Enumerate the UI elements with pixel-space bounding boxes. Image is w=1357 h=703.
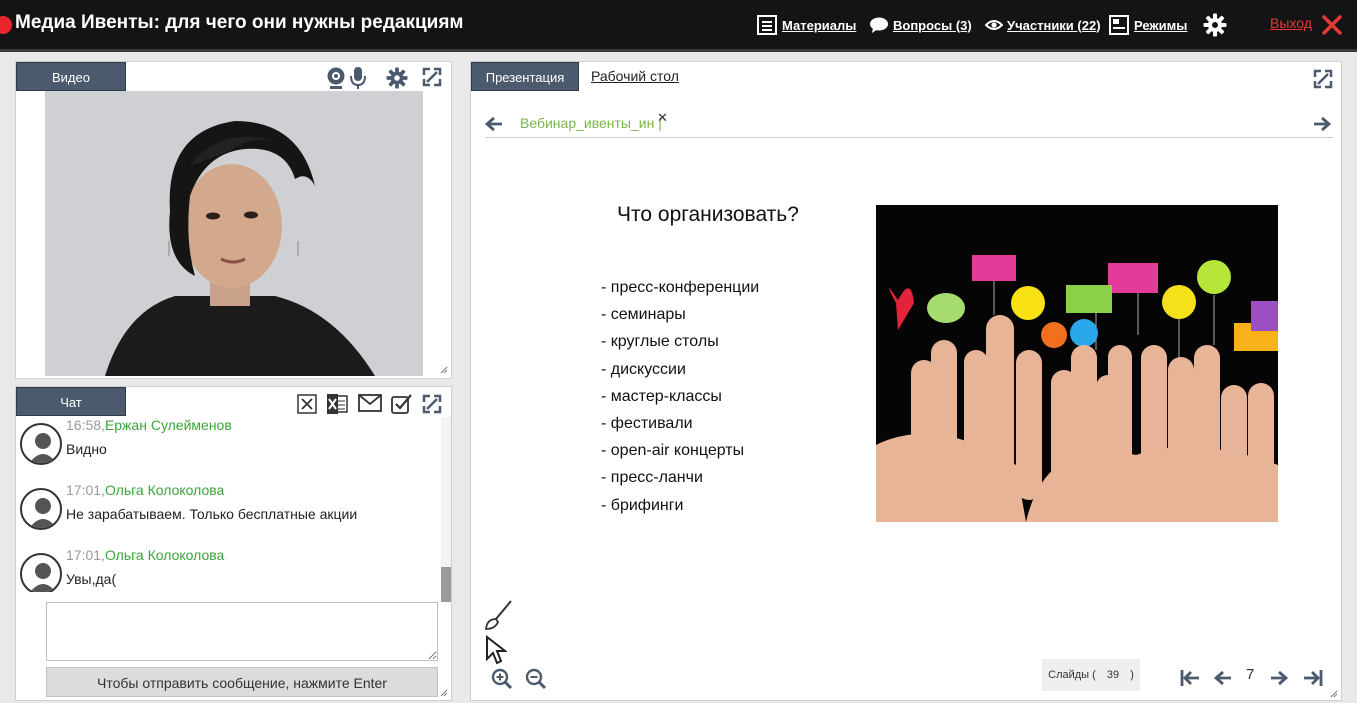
materials-label: Материалы [782, 17, 857, 33]
fingers-speech-bubbles-image [876, 205, 1278, 522]
message-meta: 17:01,Ольга Колоколова [66, 547, 224, 563]
chat-message: 17:01,Ольга Колоколова Увы,да( [20, 547, 440, 592]
chat-messages: 16:58,Ержан Сулейменов Видно 17:01,Ольга… [16, 417, 450, 592]
video-panel: Видео [15, 61, 452, 379]
message-time: 17:01, [66, 482, 105, 498]
send-message-button[interactable]: Чтобы отправить сообщение, нажмите Enter [46, 667, 438, 697]
video-resize-handle-icon[interactable] [440, 366, 448, 374]
participants-button[interactable]: Участники (22) [985, 12, 1101, 38]
modes-button[interactable]: Режимы [1108, 12, 1187, 38]
document-tab-label: Вебинар_ивенты_ин [520, 115, 655, 131]
slide-list-item: - дискуссии [601, 360, 686, 378]
presenter-video-frame [45, 91, 423, 376]
presentation-panel: Презентация Рабочий стол Вебинар_ивенты_… [470, 61, 1342, 701]
pointer-cursor-icon[interactable] [485, 635, 507, 665]
zoom-out-icon[interactable] [525, 668, 547, 690]
slide: Что организовать? - пресс-конференции - … [571, 167, 1311, 547]
chat-panel: Чат 16:58,Ержан Сулейменов Видно 17:01,О… [15, 386, 452, 701]
recording-indicator [0, 16, 12, 34]
chat-message: 17:01,Ольга Колоколова Не зарабатываем. … [20, 482, 440, 542]
settings-gear-icon[interactable] [1203, 13, 1227, 37]
message-meta: 16:58,Ержан Сулейменов [66, 417, 232, 433]
slide-list-item: - пресс-ланчи [601, 469, 703, 487]
modes-label: Режимы [1134, 17, 1188, 33]
next-slide-icon[interactable] [1270, 670, 1288, 686]
checkbox-icon[interactable] [391, 393, 413, 415]
video-tab[interactable]: Видео [16, 62, 126, 91]
eye-icon [985, 20, 1003, 30]
arrow-right-icon[interactable] [1313, 116, 1331, 132]
close-icon[interactable] [1321, 14, 1343, 36]
arrow-left-icon[interactable] [485, 116, 503, 132]
slides-total: 39 [1106, 669, 1120, 681]
questions-label: Вопросы (3) [893, 17, 972, 33]
message-text: Увы,да( [66, 571, 117, 587]
chat-tab[interactable]: Чат [16, 387, 126, 416]
chat-resize-handle-icon[interactable] [440, 689, 448, 697]
avatar [20, 553, 62, 592]
presentation-expand-icon[interactable] [1313, 69, 1333, 89]
message-author[interactable]: Ольга Колоколова [105, 547, 224, 563]
chat-message-input[interactable] [46, 602, 438, 661]
message-author[interactable]: Ержан Сулейменов [105, 417, 232, 433]
chat-scrollbar-thumb[interactable] [441, 567, 451, 602]
webcam-video [45, 91, 423, 376]
slide-list-item: - брифинги [601, 496, 684, 514]
slide-list-item: - пресс-конференции [601, 279, 760, 296]
message-text: Видно [66, 441, 107, 457]
tab-desktop[interactable]: Рабочий стол [591, 68, 679, 84]
materials-icon [757, 15, 777, 35]
slide-list-item: - семинары [601, 306, 686, 324]
questions-button[interactable]: Вопросы (3) [869, 12, 972, 38]
video-expand-icon[interactable] [422, 67, 442, 87]
speech-bubble-icon [870, 17, 888, 33]
excel-export-icon[interactable] [326, 393, 348, 415]
message-time: 16:58, [66, 417, 105, 433]
brush-icon[interactable] [483, 599, 515, 631]
slides-count-close: ) [1130, 669, 1134, 681]
materials-button[interactable]: Материалы [756, 12, 856, 38]
chat-expand-icon[interactable] [422, 394, 442, 414]
document-tab-close-icon[interactable]: ✕ [657, 110, 668, 126]
message-time: 17:01, [66, 547, 105, 563]
webinar-title: Медиа Ивенты: для чего они нужны редакци… [15, 12, 464, 33]
slide-list-item: - круглые столы [601, 333, 719, 351]
slide-list-item: - open-air концерты [601, 442, 745, 460]
user-avatar-icon [29, 498, 57, 528]
webcam-icon[interactable] [326, 66, 346, 90]
chat-message: 16:58,Ержан Сулейменов Видно [20, 417, 440, 477]
slide-title: Что организовать? [617, 203, 799, 226]
slides-count-badge: Слайды ( 39 ) [1042, 659, 1140, 691]
slide-list-item: - мастер-классы [601, 387, 722, 405]
user-avatar-icon [30, 563, 56, 592]
document-tab[interactable]: Вебинар_ивенты_ин | [520, 115, 662, 131]
microphone-icon[interactable] [350, 66, 366, 90]
slide-image [876, 205, 1278, 522]
exit-link[interactable]: Выход [1270, 15, 1312, 31]
tab-presentation[interactable]: Презентация [471, 62, 579, 91]
avatar [20, 488, 62, 530]
current-slide-number: 7 [1246, 666, 1255, 683]
document-tabs-row: Вебинар_ивенты_ин | ✕ [485, 110, 1333, 138]
message-text: Не зарабатываем. Только бесплатные акции [66, 506, 358, 522]
top-bar: Медиа Ивенты: для чего они нужны редакци… [0, 0, 1357, 52]
slide-list: - пресс-конференции - семинары - круглые… [601, 279, 759, 524]
participants-label: Участники (22) [1007, 17, 1101, 33]
message-author[interactable]: Ольга Колоколова [105, 482, 224, 498]
slides-count-label: Слайды ( [1048, 669, 1096, 681]
avatar [20, 423, 62, 465]
chat-scrollbar[interactable] [441, 417, 451, 602]
slide-list-item: - фестивали [601, 414, 693, 432]
last-slide-icon[interactable] [1303, 669, 1323, 687]
envelope-icon[interactable] [358, 394, 382, 412]
video-settings-gear-icon[interactable] [386, 67, 408, 89]
user-avatar-icon [29, 433, 57, 463]
clear-chat-icon[interactable] [297, 394, 317, 414]
zoom-in-icon[interactable] [491, 668, 513, 690]
layout-icon [1109, 15, 1129, 35]
presentation-resize-handle-icon[interactable] [1330, 690, 1338, 698]
previous-slide-icon[interactable] [1214, 670, 1232, 686]
first-slide-icon[interactable] [1180, 669, 1200, 687]
message-meta: 17:01,Ольга Колоколова [66, 482, 224, 498]
